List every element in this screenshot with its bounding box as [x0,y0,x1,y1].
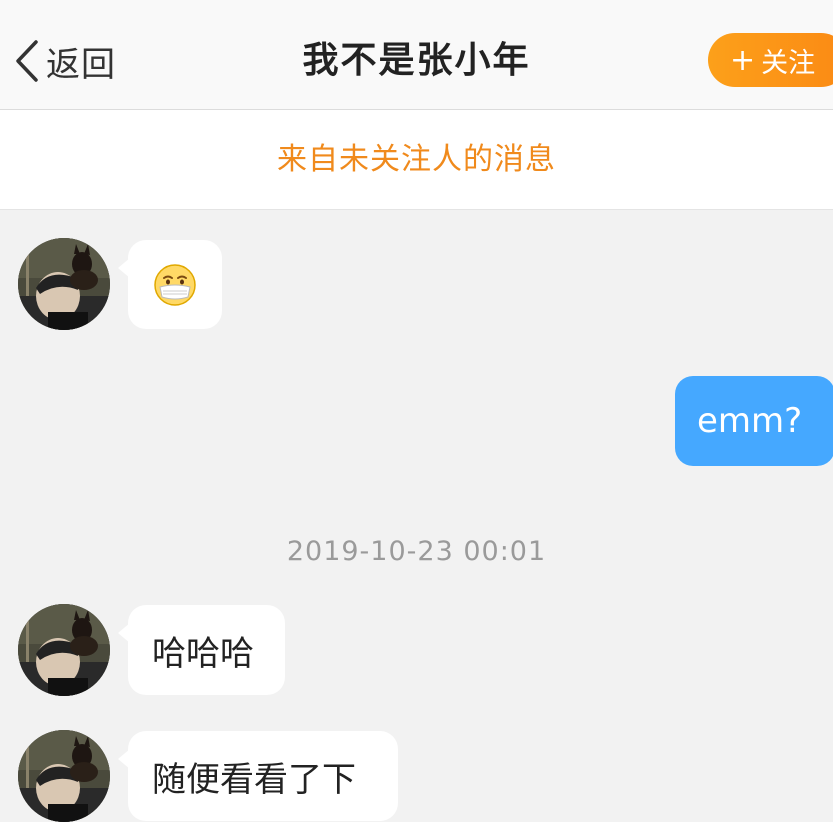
message-bubble-incoming[interactable]: 哈哈哈 [118,605,285,695]
message-bubble-incoming[interactable] [118,240,222,329]
plus-icon: + [730,42,756,78]
message-text: emm? [697,401,803,441]
avatar-image [18,238,110,330]
avatar-image [18,604,110,696]
message-text: 随便看看了下 [152,759,356,800]
message-text: 哈哈哈 [152,633,254,674]
message-bubble-incoming[interactable]: 随便看看了下 [118,731,398,821]
follow-button[interactable]: + 关注 [708,33,833,87]
avatar-image [18,730,110,822]
message-timestamp: 2019-10-23 00:01 [286,536,547,567]
follow-label: 关注 [761,47,816,79]
mask-face-emoji-icon [153,263,197,307]
avatar[interactable] [18,604,110,696]
avatar[interactable] [18,730,110,822]
notice-text: 来自未关注人的消息 [277,142,556,177]
avatar[interactable] [18,238,110,330]
navigation-bar: 返回 我不是张小年 + 关注 [0,0,833,110]
message-bubble-outgoing[interactable]: emm? [675,376,833,466]
unfollowed-notice-banner: 来自未关注人的消息 [0,110,833,210]
